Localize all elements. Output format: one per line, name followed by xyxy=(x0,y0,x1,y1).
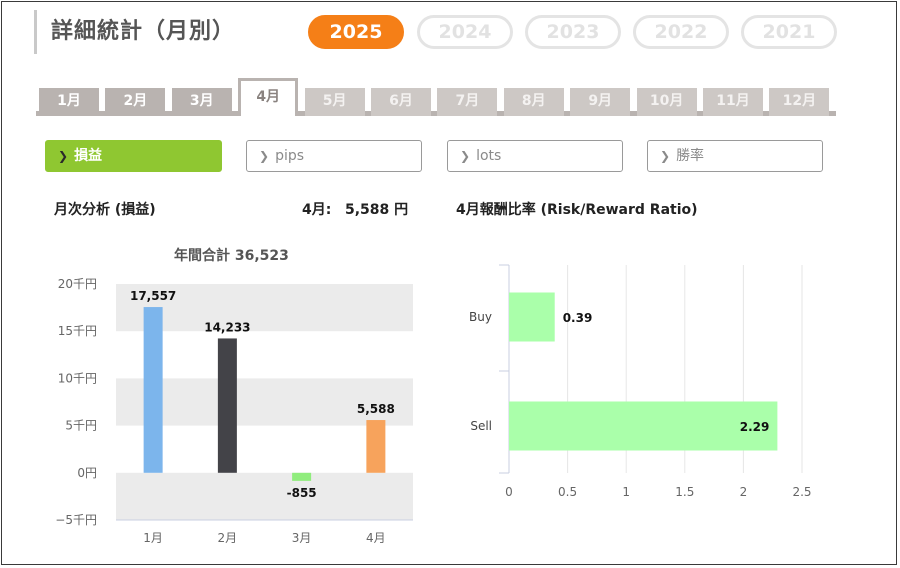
metric-button-label: lots xyxy=(476,148,502,164)
month-tab-9[interactable]: 9月 xyxy=(570,88,631,116)
metric-button-pips[interactable]: ❯ pips xyxy=(246,140,422,172)
monthly-analysis-title: 月次分析 (損益) xyxy=(54,202,156,218)
metric-button-profit[interactable]: ❯ 損益 xyxy=(45,140,222,172)
metric-button-label: pips xyxy=(275,148,305,164)
metric-button-lots[interactable]: ❯ lots xyxy=(447,140,623,172)
year-pill-2022[interactable]: 2022 xyxy=(633,15,729,49)
chevron-right-icon: ❯ xyxy=(460,149,471,163)
year-pill-2025[interactable]: 2025 xyxy=(308,15,404,49)
chevron-right-icon: ❯ xyxy=(259,149,270,163)
year-pill-2021[interactable]: 2021 xyxy=(741,15,837,49)
month-tab-5[interactable]: 5月 xyxy=(304,88,365,116)
chevron-right-icon: ❯ xyxy=(58,149,69,163)
metric-button-label: 勝率 xyxy=(676,148,705,164)
month-tabs: 1月 2月 3月 4月 5月 6月 7月 8月 9月 10月 11月 12月 xyxy=(36,78,836,116)
current-month-label: 4月: xyxy=(302,202,332,218)
month-tab-12[interactable]: 12月 xyxy=(769,88,830,116)
month-tab-10[interactable]: 10月 xyxy=(636,88,697,116)
metric-button-label: 損益 xyxy=(74,148,103,164)
year-pill-2024[interactable]: 2024 xyxy=(417,15,513,49)
annual-total-title: 年間合計 36,523 xyxy=(174,248,289,264)
month-tab-4[interactable]: 4月 xyxy=(238,78,299,116)
month-tab-1[interactable]: 1月 xyxy=(39,88,99,116)
month-tab-2[interactable]: 2月 xyxy=(105,88,166,116)
month-tab-6[interactable]: 6月 xyxy=(371,88,431,116)
month-tab-11[interactable]: 11月 xyxy=(703,88,763,116)
page-title-bar: 詳細統計（月別） xyxy=(34,10,235,54)
page-title: 詳細統計（月別） xyxy=(51,19,236,44)
metric-button-win-rate[interactable]: ❯ 勝率 xyxy=(647,140,823,172)
chevron-right-icon: ❯ xyxy=(660,149,671,163)
month-tab-7[interactable]: 7月 xyxy=(437,88,498,116)
year-pill-2023[interactable]: 2023 xyxy=(525,15,621,49)
current-month-value: 5,588 円 xyxy=(345,202,409,218)
month-tab-3[interactable]: 3月 xyxy=(171,88,232,116)
ratio-section-title: 4月報酬比率 (Risk/Reward Ratio) xyxy=(456,202,698,218)
month-tab-8[interactable]: 8月 xyxy=(503,88,564,116)
